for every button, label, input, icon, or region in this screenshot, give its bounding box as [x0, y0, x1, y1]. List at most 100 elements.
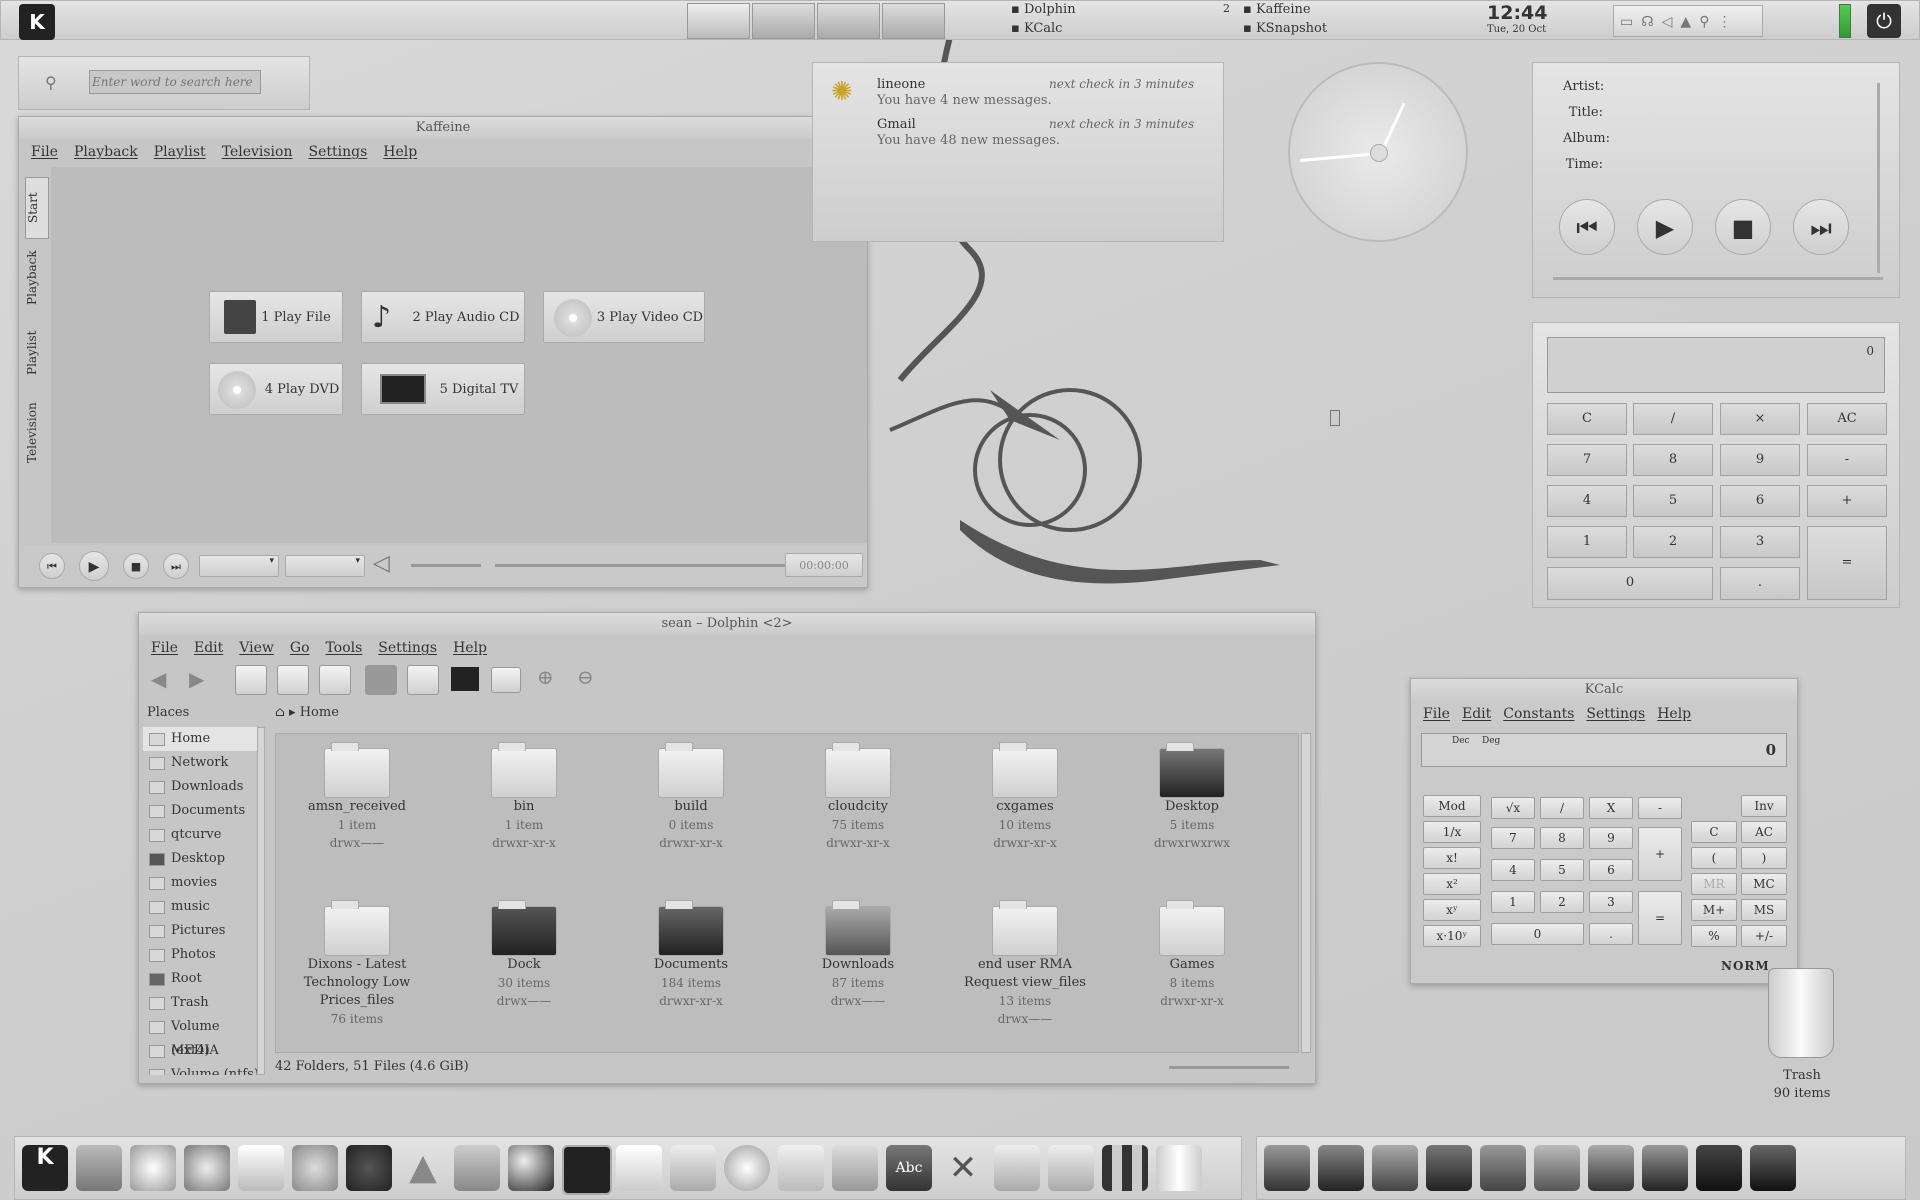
- kde-menu-icon[interactable]: K: [19, 4, 55, 40]
- window-thumb-1[interactable]: [1264, 1145, 1310, 1191]
- columns-view-icon[interactable]: [319, 665, 351, 695]
- file-item[interactable]: Desktop 5 items drwxrwxrwx: [1117, 742, 1267, 852]
- key-mc[interactable]: MC: [1741, 873, 1787, 895]
- np-play-button[interactable]: ▶: [1637, 199, 1693, 255]
- place-root[interactable]: Root: [143, 967, 261, 991]
- network-icon[interactable]: [832, 1145, 878, 1191]
- menu-file[interactable]: File: [151, 635, 178, 661]
- calc-key[interactable]: 9: [1720, 444, 1800, 476]
- music-icon[interactable]: [346, 1145, 392, 1191]
- file-item[interactable]: Documents 184 items drwxr-xr-x: [616, 900, 766, 1010]
- key-power[interactable]: xʸ: [1423, 899, 1481, 921]
- volume-slider[interactable]: [411, 564, 481, 567]
- utility-icon[interactable]: [994, 1145, 1040, 1191]
- key-clear[interactable]: C: [1691, 821, 1737, 843]
- file-view-scrollbar[interactable]: [1301, 733, 1311, 1053]
- tab-start[interactable]: Start: [25, 177, 49, 239]
- place-documents[interactable]: Documents: [143, 799, 261, 823]
- play-file-button[interactable]: 1 Play File: [209, 291, 343, 343]
- previous-button[interactable]: ⏮: [39, 553, 65, 579]
- subtitle-select[interactable]: ▾: [285, 555, 365, 577]
- calc-key[interactable]: 5: [1633, 485, 1713, 517]
- key-plus[interactable]: +: [1638, 827, 1682, 881]
- search-input[interactable]: [89, 70, 261, 94]
- tab-playback[interactable]: Playback: [25, 239, 47, 317]
- trash-dock-icon[interactable]: [1156, 1145, 1202, 1191]
- menu-help[interactable]: Help: [383, 139, 417, 165]
- preview-icon[interactable]: [365, 665, 397, 695]
- key-2[interactable]: 2: [1540, 891, 1584, 913]
- calc-key[interactable]: 6: [1720, 485, 1800, 517]
- key-equals[interactable]: =: [1638, 891, 1682, 945]
- browser-icon[interactable]: [184, 1145, 230, 1191]
- place-desktop[interactable]: Desktop: [143, 847, 261, 871]
- split-icon[interactable]: [407, 665, 439, 695]
- window-thumb-2[interactable]: [1318, 1145, 1364, 1191]
- pager-icon[interactable]: [1102, 1145, 1148, 1191]
- key-6[interactable]: 6: [1589, 859, 1633, 881]
- package-icon[interactable]: [670, 1145, 716, 1191]
- task-kcalc[interactable]: ▪ KCalc: [1011, 21, 1062, 36]
- menu-settings[interactable]: Settings: [308, 139, 367, 165]
- key-reciprocal[interactable]: 1/x: [1423, 821, 1481, 843]
- key-inv[interactable]: Inv: [1741, 795, 1787, 817]
- key-paren-close[interactable]: ): [1741, 847, 1787, 869]
- menu-edit[interactable]: Edit: [194, 635, 223, 661]
- task-dolphin[interactable]: ▪ Dolphin: [1011, 2, 1076, 17]
- menu-television[interactable]: Television: [222, 139, 293, 165]
- calc-key[interactable]: AC: [1807, 403, 1887, 435]
- calc-key[interactable]: 8: [1633, 444, 1713, 476]
- safari-icon[interactable]: [130, 1145, 176, 1191]
- window-thumb-9[interactable]: [1696, 1145, 1742, 1191]
- key-decimal[interactable]: .: [1589, 923, 1633, 945]
- calc-key[interactable]: 7: [1547, 444, 1627, 476]
- zoom-out-icon[interactable]: ⊖: [577, 665, 594, 689]
- key-ms[interactable]: MS: [1741, 899, 1787, 921]
- key-5[interactable]: 5: [1540, 859, 1584, 881]
- key-0[interactable]: 0: [1491, 923, 1584, 945]
- menu-constants[interactable]: Constants: [1503, 701, 1574, 727]
- key-mod[interactable]: Mod: [1423, 795, 1481, 817]
- file-item[interactable]: amsn_received 1 item drwx——: [282, 742, 432, 852]
- window-thumb-7[interactable]: [1588, 1145, 1634, 1191]
- place-volume-ntfs[interactable]: Volume (ntfs): [143, 1063, 261, 1075]
- key-3[interactable]: 3: [1589, 891, 1633, 913]
- np-volume-slider[interactable]: [1877, 83, 1880, 273]
- file-item[interactable]: Dock 30 items drwx——: [449, 900, 599, 1010]
- calc-key-zero[interactable]: 0: [1547, 567, 1713, 600]
- digital-tv-button[interactable]: 5 Digital TV: [361, 363, 525, 415]
- terminal-icon[interactable]: [451, 667, 479, 691]
- terminal-icon[interactable]: [562, 1145, 612, 1195]
- file-item[interactable]: Games 8 items drwxr-xr-x: [1117, 900, 1267, 1010]
- mail-account-1[interactable]: lineone: [877, 77, 925, 92]
- place-media[interactable]: MEDIA: [143, 1039, 261, 1063]
- menu-file[interactable]: File: [1423, 701, 1450, 727]
- audio-track-select[interactable]: ▾: [199, 555, 279, 577]
- next-button[interactable]: ⏭: [163, 553, 189, 579]
- forward-icon[interactable]: ▶: [189, 667, 204, 691]
- chat-icon[interactable]: [292, 1145, 338, 1191]
- key-divide[interactable]: /: [1540, 797, 1584, 819]
- pager-desktop-1[interactable]: [687, 3, 750, 39]
- calc-key[interactable]: ×: [1720, 403, 1800, 435]
- key-multiply[interactable]: X: [1589, 797, 1633, 819]
- tab-television[interactable]: Television: [25, 389, 47, 477]
- key-sqrt[interactable]: √x: [1491, 797, 1535, 819]
- place-pictures[interactable]: Pictures: [143, 919, 261, 943]
- pager[interactable]: [687, 3, 945, 39]
- place-network[interactable]: Network: [143, 751, 261, 775]
- battery-icon[interactable]: [1839, 4, 1851, 38]
- mail-account-2[interactable]: Gmail: [877, 117, 916, 132]
- task-ksnapshot[interactable]: ▪ KSnapshot: [1243, 21, 1327, 36]
- key-9[interactable]: 9: [1589, 827, 1633, 849]
- key-1[interactable]: 1: [1491, 891, 1535, 913]
- text-editor-icon[interactable]: [616, 1145, 662, 1191]
- calc-key[interactable]: 4: [1547, 485, 1627, 517]
- stop-button[interactable]: ■: [123, 553, 149, 579]
- window-thumb-8[interactable]: [1642, 1145, 1688, 1191]
- key-all-clear[interactable]: AC: [1741, 821, 1787, 843]
- key-m-plus[interactable]: M+: [1691, 899, 1737, 921]
- play-audio-cd-button[interactable]: ♪ 2 Play Audio CD: [361, 291, 525, 343]
- image-viewer-icon[interactable]: [454, 1145, 500, 1191]
- calc-key[interactable]: 1: [1547, 526, 1627, 558]
